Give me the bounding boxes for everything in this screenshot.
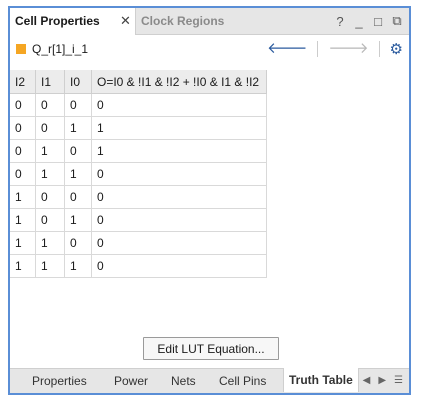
table-row[interactable]: 0 1 0 1: [10, 139, 267, 163]
scroll-left-icon[interactable]: ◀: [363, 369, 371, 393]
tab-scroll-controls: ◀ ▶ ☰: [363, 369, 403, 393]
table-cell: 1: [35, 231, 65, 255]
table-cell: 0: [64, 93, 92, 117]
close-tab-icon[interactable]: ✕: [120, 8, 131, 34]
nav-separator: [378, 41, 380, 57]
table-cell: 0: [64, 185, 92, 209]
table-cell: 1: [91, 116, 267, 140]
maximize-icon[interactable]: □: [372, 14, 384, 29]
table-cell: 0: [91, 208, 267, 232]
table-cell: 0: [91, 162, 267, 186]
truth-table-header-row: I2 I1 I0 O=I0 & !I1 & !I2 + !I0 & I1 & !…: [10, 70, 267, 94]
table-cell: 1: [64, 208, 92, 232]
tab-power[interactable]: Power: [114, 369, 148, 393]
truth-table: I2 I1 I0 O=I0 & !I1 & !I2 + !I0 & I1 & !…: [10, 70, 267, 278]
table-cell: 1: [10, 185, 36, 209]
table-row[interactable]: 0 1 1 0: [10, 162, 267, 186]
column-header-i1[interactable]: I1: [35, 70, 65, 94]
table-cell: 0: [64, 139, 92, 163]
table-cell: 1: [35, 139, 65, 163]
table-row[interactable]: 1 0 0 0: [10, 185, 267, 209]
table-cell: 1: [10, 208, 36, 232]
help-icon[interactable]: ?: [334, 14, 346, 29]
scroll-right-icon[interactable]: ▶: [378, 369, 386, 393]
table-cell: 1: [10, 254, 36, 278]
table-cell: 0: [10, 139, 36, 163]
table-cell: 0: [91, 93, 267, 117]
table-row[interactable]: 1 1 0 0: [10, 231, 267, 255]
cell-name: Q_r[1]_i_1: [32, 42, 89, 56]
tab-cell-pins[interactable]: Cell Pins: [219, 369, 266, 393]
table-cell: 1: [64, 116, 92, 140]
cell-type-icon: [16, 44, 26, 54]
back-arrow-icon[interactable]: 🡐: [267, 40, 307, 58]
table-cell: 0: [35, 93, 65, 117]
table-cell: 0: [10, 93, 36, 117]
table-cell: 1: [35, 162, 65, 186]
table-cell: 1: [64, 162, 92, 186]
tab-truth-table[interactable]: Truth Table: [283, 368, 359, 392]
navigation-buttons: 🡐 🡒 ⚙: [267, 40, 403, 58]
forward-arrow-icon[interactable]: 🡒: [328, 40, 368, 58]
cell-properties-panel: Cell Properties ✕ Clock Regions ? _ □ ⧉ …: [8, 6, 411, 395]
panel-tab-bar: Cell Properties ✕ Clock Regions ? _ □ ⧉: [10, 8, 409, 35]
table-cell: 0: [35, 185, 65, 209]
table-cell: 1: [91, 139, 267, 163]
table-cell: 1: [35, 254, 65, 278]
table-cell: 0: [10, 162, 36, 186]
table-cell: 0: [91, 231, 267, 255]
table-cell: 0: [91, 254, 267, 278]
window-controls: ? _ □ ⧉: [334, 8, 403, 34]
table-cell: 1: [10, 231, 36, 255]
table-row[interactable]: 1 0 1 0: [10, 208, 267, 232]
nav-separator: [317, 41, 319, 57]
table-cell: 0: [10, 116, 36, 140]
edit-lut-equation-button[interactable]: Edit LUT Equation...: [143, 337, 279, 360]
bottom-tab-bar: Properties Power Nets Cell Pins Truth Ta…: [10, 368, 409, 393]
column-header-output[interactable]: O=I0 & !I1 & !I2 + !I0 & I1 & !I2: [91, 70, 267, 94]
tab-cell-properties[interactable]: Cell Properties ✕: [10, 8, 136, 35]
table-cell: 0: [35, 116, 65, 140]
tab-cell-properties-label: Cell Properties: [15, 14, 100, 28]
minimize-icon[interactable]: _: [353, 14, 365, 29]
table-cell: 1: [64, 254, 92, 278]
gear-icon[interactable]: ⚙: [390, 40, 403, 58]
table-cell: 0: [64, 231, 92, 255]
table-cell: 0: [35, 208, 65, 232]
table-row[interactable]: 1 1 1 0: [10, 254, 267, 278]
table-row[interactable]: 0 0 0 0: [10, 93, 267, 117]
tab-properties[interactable]: Properties: [32, 369, 87, 393]
tab-clock-regions[interactable]: Clock Regions: [137, 8, 247, 34]
tab-list-icon[interactable]: ☰: [394, 369, 403, 393]
tab-nets[interactable]: Nets: [171, 369, 196, 393]
object-header: Q_r[1]_i_1 🡐 🡒 ⚙: [10, 38, 409, 62]
float-icon[interactable]: ⧉: [391, 13, 403, 29]
column-header-i0[interactable]: I0: [64, 70, 92, 94]
table-row[interactable]: 0 0 1 1: [10, 116, 267, 140]
column-header-i2[interactable]: I2: [10, 70, 36, 94]
table-cell: 0: [91, 185, 267, 209]
